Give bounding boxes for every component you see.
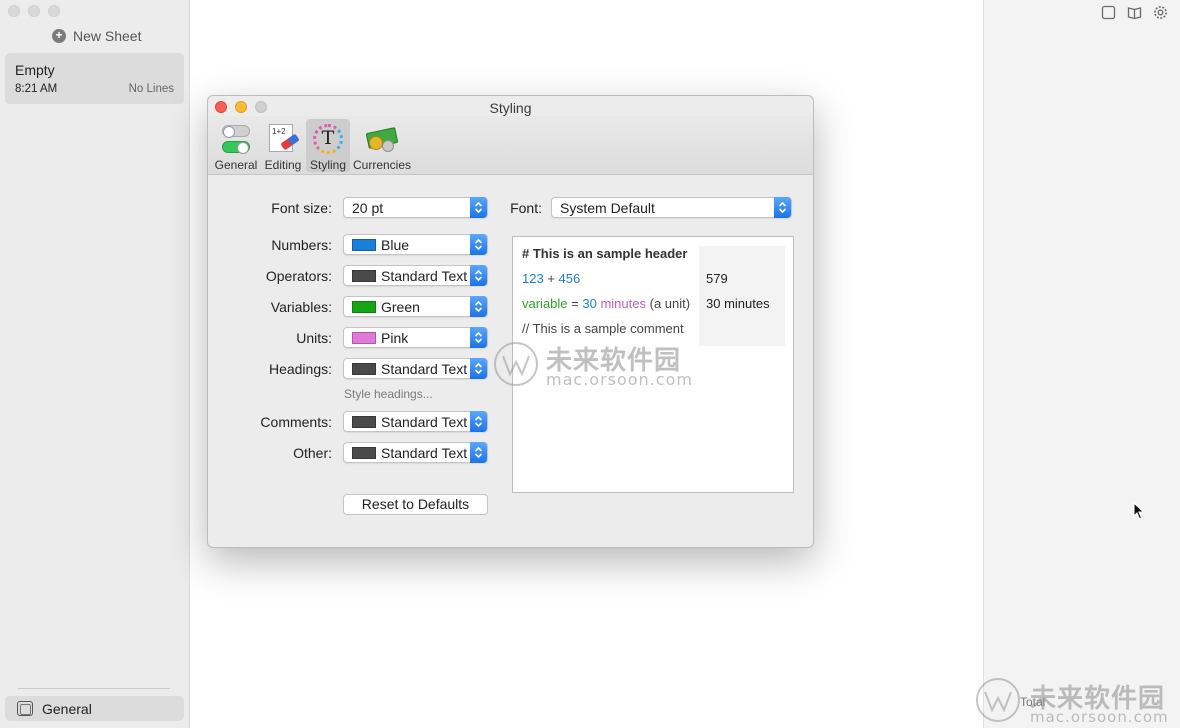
select-arrows-icon bbox=[470, 234, 487, 255]
numbers-color-select[interactable]: Blue bbox=[343, 234, 488, 255]
mouse-cursor-icon bbox=[1133, 502, 1145, 520]
variables-label: Variables: bbox=[270, 299, 332, 315]
color-swatch bbox=[352, 446, 376, 459]
plus-circle-icon: + bbox=[52, 29, 66, 43]
sidebar-divider bbox=[18, 688, 170, 689]
tab-styling[interactable]: T Styling bbox=[306, 119, 350, 172]
preview-operator: + bbox=[547, 271, 555, 286]
watermark-url: mac.orsoon.com bbox=[546, 370, 693, 389]
results-panel: Total bbox=[983, 0, 1180, 728]
font-size-label: Font size: bbox=[271, 200, 332, 216]
preview-number: 30 bbox=[582, 296, 597, 311]
preferences-toolbar: General 1+2 Editing T Styling Currencies bbox=[208, 116, 813, 175]
reset-to-defaults-button[interactable]: Reset to Defaults bbox=[343, 494, 488, 515]
units-label: Units: bbox=[296, 330, 332, 346]
numbers-label: Numbers: bbox=[271, 237, 332, 253]
tab-general[interactable]: General bbox=[214, 119, 258, 172]
tab-currencies-label: Currencies bbox=[352, 158, 412, 172]
preview-result: 30 minutes bbox=[706, 296, 770, 311]
preview-number: 456 bbox=[558, 271, 581, 286]
color-swatch bbox=[352, 331, 376, 344]
group-folder-icon bbox=[17, 701, 33, 716]
styling-t-icon: T bbox=[311, 122, 345, 156]
tab-currencies[interactable]: Currencies bbox=[352, 119, 412, 172]
units-color-select[interactable]: Pink bbox=[343, 327, 488, 348]
font-size-value: 20 pt bbox=[352, 199, 384, 216]
comments-color-value: Standard Text bbox=[381, 413, 468, 430]
preview-operator: = bbox=[571, 296, 579, 311]
gear-icon[interactable] bbox=[1153, 5, 1168, 20]
preview-unit: minutes bbox=[600, 296, 646, 311]
variables-color-select[interactable]: Green bbox=[343, 296, 488, 317]
select-arrows-icon bbox=[470, 265, 487, 286]
group-item-general[interactable]: General bbox=[5, 696, 184, 721]
font-label: Font: bbox=[510, 200, 542, 216]
headings-label: Headings: bbox=[268, 361, 332, 377]
color-swatch bbox=[352, 238, 376, 251]
sidebar-toggle-icon[interactable] bbox=[1101, 5, 1116, 20]
dialog-title: Styling bbox=[489, 100, 532, 116]
select-arrows-icon bbox=[470, 327, 487, 348]
watermark-url: mac.orsoon.com bbox=[1030, 708, 1169, 726]
color-swatch bbox=[352, 300, 376, 313]
preview-other-text: (a unit) bbox=[649, 296, 691, 311]
money-coins-icon bbox=[365, 122, 399, 156]
group-label: General bbox=[42, 700, 92, 717]
headings-color-select[interactable]: Standard Text bbox=[343, 358, 488, 379]
font-select[interactable]: System Default bbox=[551, 197, 792, 218]
close-window-button[interactable] bbox=[8, 5, 20, 17]
operators-color-select[interactable]: Standard Text bbox=[343, 265, 488, 286]
new-sheet-button[interactable]: + New Sheet bbox=[52, 28, 141, 44]
color-swatch bbox=[352, 415, 376, 428]
select-arrows-icon bbox=[470, 296, 487, 317]
comments-color-select[interactable]: Standard Text bbox=[343, 411, 488, 432]
calculator-paper-icon: 1+2 bbox=[266, 122, 300, 156]
style-headings-link[interactable]: Style headings... bbox=[344, 387, 433, 401]
sheet-list-item[interactable]: Empty 8:21 AM No Lines bbox=[5, 53, 184, 104]
select-arrows-icon bbox=[470, 358, 487, 379]
window-controls bbox=[8, 5, 60, 17]
other-label: Other: bbox=[293, 445, 332, 461]
preview-result: 579 bbox=[706, 271, 728, 286]
color-swatch bbox=[352, 269, 376, 282]
tab-editing[interactable]: 1+2 Editing bbox=[262, 119, 304, 172]
tab-general-label: General bbox=[214, 158, 258, 172]
new-sheet-label: New Sheet bbox=[73, 28, 142, 44]
preview-header: # This is an sample header bbox=[522, 246, 688, 261]
preview-variable: variable bbox=[522, 296, 568, 311]
preview-line-addition: 123 + 456 bbox=[522, 271, 580, 286]
watermark-logo-icon bbox=[494, 342, 538, 386]
operators-color-value: Standard Text bbox=[381, 267, 468, 284]
watermark-logo-icon bbox=[976, 678, 1020, 722]
select-arrows-icon bbox=[470, 442, 487, 463]
comments-label: Comments: bbox=[260, 414, 332, 430]
preview-line-variable: variable = 30 minutes (a unit) bbox=[522, 296, 690, 311]
numbers-color-value: Blue bbox=[381, 236, 410, 253]
operators-label: Operators: bbox=[265, 268, 332, 284]
toggle-switches-icon bbox=[219, 122, 253, 156]
book-icon[interactable] bbox=[1127, 5, 1142, 20]
minimize-window-button[interactable] bbox=[28, 5, 40, 17]
select-arrows-icon bbox=[470, 411, 487, 432]
variables-color-value: Green bbox=[381, 298, 420, 315]
tab-editing-label: Editing bbox=[264, 158, 302, 172]
sheet-line-count: No Lines bbox=[128, 83, 174, 95]
font-value: System Default bbox=[560, 199, 655, 216]
toolbar-icons bbox=[1101, 5, 1168, 20]
sheet-title: Empty bbox=[15, 62, 55, 78]
select-arrows-icon bbox=[774, 197, 791, 218]
sheet-time: 8:21 AM bbox=[15, 83, 58, 95]
other-color-value: Standard Text bbox=[381, 444, 468, 461]
preview-comment: // This is a sample comment bbox=[522, 321, 684, 336]
color-swatch bbox=[352, 362, 376, 375]
zoom-window-button[interactable] bbox=[48, 5, 60, 17]
preview-number: 123 bbox=[522, 271, 544, 286]
styling-dialog: General 1+2 Editing T Styling Currencies… bbox=[207, 95, 814, 548]
units-color-value: Pink bbox=[381, 329, 409, 346]
tab-styling-label: Styling bbox=[309, 158, 347, 172]
sidebar: + New Sheet Empty 8:21 AM No Lines Gener… bbox=[0, 0, 190, 728]
headings-color-value: Standard Text bbox=[381, 360, 468, 377]
other-color-select[interactable]: Standard Text bbox=[343, 442, 488, 463]
